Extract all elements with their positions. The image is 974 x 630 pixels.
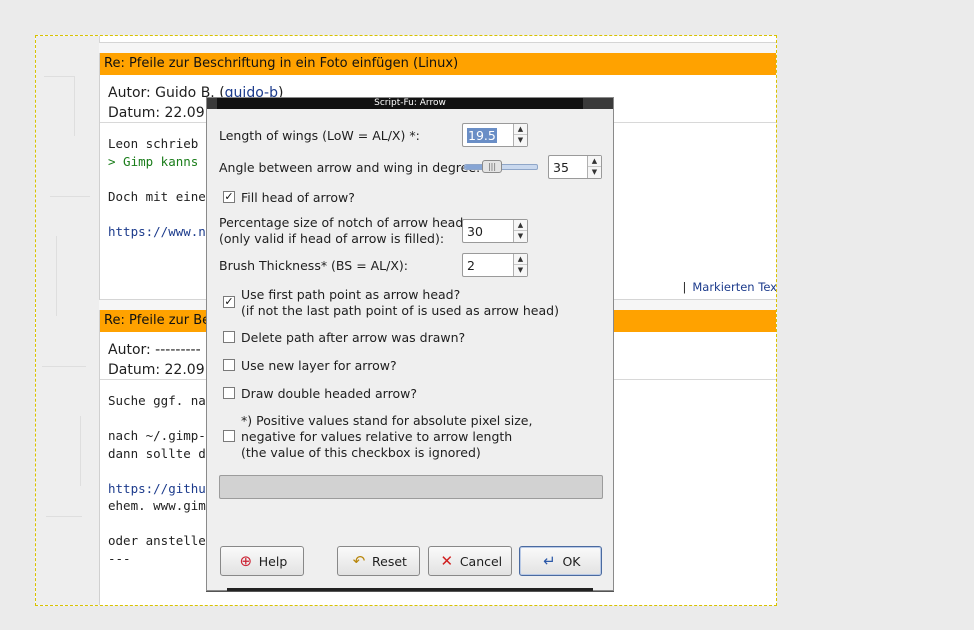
help-button[interactable]: ⊕ Help [220, 546, 304, 576]
progress-bar [219, 475, 603, 499]
wings-length-spinner[interactable]: 19.5 ▲ ▼ [462, 123, 528, 147]
script-fu-arrow-dialog: Script-Fu: Arrow Length of wings (LoW = … [206, 97, 614, 591]
note-line-3: (the value of this checkbox is ignored) [241, 445, 481, 460]
angle-label: Angle between arrow and wing in degree: [219, 160, 481, 175]
dialog-title: Script-Fu: Arrow [374, 98, 446, 108]
notch-spinner[interactable]: 30 ▲ ▼ [462, 219, 528, 243]
notch-label-note: (only valid if head of arrow is filled): [219, 231, 445, 246]
notch-value[interactable]: 30 [467, 224, 483, 239]
reset-icon: ↶ [352, 552, 366, 570]
reset-button[interactable]: ↶ Reset [337, 546, 420, 576]
double-headed-label: Draw double headed arrow? [241, 386, 417, 401]
spin-down-icon[interactable]: ▼ [514, 135, 527, 146]
fill-head-checkbox[interactable]: ✓ [223, 191, 235, 203]
angle-slider-handle[interactable]: ||| [482, 160, 502, 173]
previous-post-bottom [99, 36, 776, 43]
spin-up-icon[interactable]: ▲ [514, 254, 527, 265]
angle-spinner[interactable]: 35 ▲ ▼ [548, 155, 602, 179]
cancel-x-icon: ✕ [440, 552, 454, 570]
brush-thickness-label: Brush Thickness* (BS = AL/X): [219, 258, 409, 273]
note-line-1: *) Positive values stand for absolute pi… [241, 413, 533, 428]
brush-thickness-value[interactable]: 2 [467, 258, 475, 273]
post-footer: | Markierten Tex [682, 280, 777, 294]
lifebuoy-icon: ⊕ [239, 552, 253, 570]
angle-value[interactable]: 35 [553, 160, 569, 175]
delete-path-label: Delete path after arrow was drawn? [241, 330, 466, 345]
ok-arrow-icon: ↵ [543, 552, 556, 570]
circuit-decoration [36, 36, 99, 605]
post-title: Re: Pfeile zur Beschriftung in ein Foto … [100, 53, 776, 75]
new-layer-label: Use new layer for arrow? [241, 358, 397, 373]
ok-button[interactable]: ↵ OK [519, 546, 602, 576]
spin-down-icon[interactable]: ▼ [588, 167, 601, 178]
delete-path-checkbox[interactable] [223, 331, 235, 343]
first-point-label: Use first path point as arrow head? [241, 287, 461, 302]
new-layer-checkbox[interactable] [223, 359, 235, 371]
notch-label: Percentage size of notch of arrow head [219, 215, 464, 230]
first-point-note: (if not the last path point of is used a… [241, 303, 559, 318]
fill-head-label: Fill head of arrow? [241, 190, 355, 205]
wings-length-value[interactable]: 19.5 [467, 128, 497, 143]
spin-down-icon[interactable]: ▼ [514, 231, 527, 242]
dialog-titlebar[interactable]: Script-Fu: Arrow [207, 98, 613, 109]
dialog-bottom-edge [227, 588, 593, 591]
quote-selected-link[interactable]: Markierten Tex [692, 280, 776, 294]
double-headed-checkbox[interactable] [223, 387, 235, 399]
spin-up-icon[interactable]: ▲ [588, 156, 601, 167]
spin-down-icon[interactable]: ▼ [514, 265, 527, 276]
spin-up-icon[interactable]: ▲ [514, 124, 527, 135]
note-line-2: negative for values relative to arrow le… [241, 429, 513, 444]
brush-thickness-spinner[interactable]: 2 ▲ ▼ [462, 253, 528, 277]
cancel-button[interactable]: ✕ Cancel [428, 546, 512, 576]
wings-length-label: Length of wings (LoW = AL/X) *: [219, 128, 420, 143]
note-checkbox[interactable] [223, 430, 235, 442]
first-point-checkbox[interactable]: ✓ [223, 296, 235, 308]
spin-up-icon[interactable]: ▲ [514, 220, 527, 231]
